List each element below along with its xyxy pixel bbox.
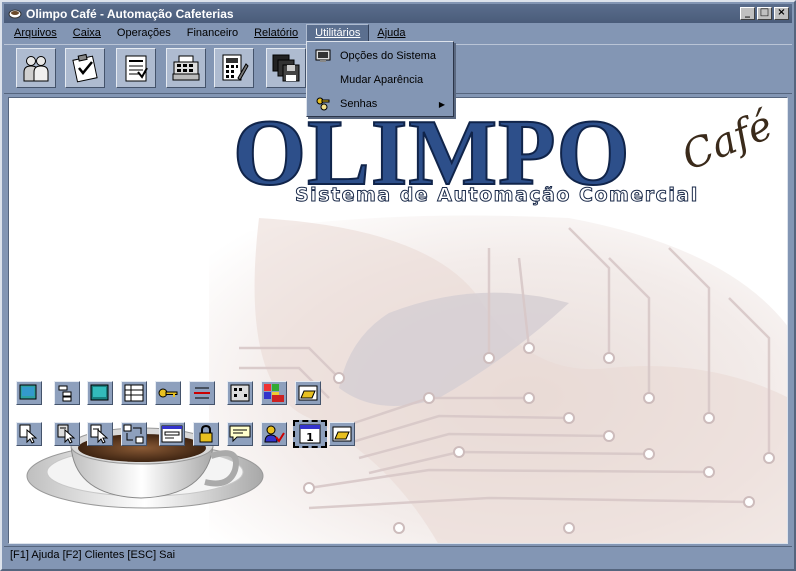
windows-xp-icon (264, 384, 284, 402)
message-button[interactable] (227, 422, 253, 446)
menu-item-senhas[interactable]: Senhas ▶ (309, 93, 451, 115)
open-folder-icon (298, 385, 318, 401)
window-title: Olimpo Café - Automação Cafeterias (26, 6, 234, 21)
cursor-button-2[interactable] (54, 422, 80, 446)
windows-xp-button[interactable] (261, 381, 287, 405)
status-text: [F1] Ajuda [F2] Clientes [ESC] Sai (10, 549, 176, 561)
user-check-icon (264, 425, 285, 443)
clients-icon (23, 56, 49, 82)
utilitarios-dropdown: Opções do Sistema Mudar Aparência Senhas… (306, 41, 454, 117)
app-icon[interactable] (8, 8, 22, 20)
cash-register-button[interactable] (166, 48, 206, 88)
checklist-button[interactable] (65, 48, 105, 88)
align-button[interactable] (189, 381, 215, 405)
menu-item-label: Opções do Sistema (340, 50, 436, 62)
info-number-icon: 1 (299, 424, 321, 444)
lock-button[interactable] (193, 422, 219, 446)
cursor-button-1[interactable] (16, 422, 42, 446)
cursor-button-3[interactable] (87, 422, 113, 446)
transfer-button[interactable] (121, 422, 147, 446)
clients-button[interactable] (16, 48, 56, 88)
menu-item-label: Mudar Aparência (340, 74, 424, 86)
pointer-list-icon (57, 424, 76, 444)
grid-list-icon (124, 384, 144, 402)
align-icon (194, 387, 210, 399)
menu-caixa[interactable]: Caixa (65, 25, 109, 41)
user-check-button[interactable] (261, 422, 287, 446)
menu-ajuda[interactable]: Ajuda (369, 25, 413, 41)
menu-utilitarios[interactable]: Utilitários (306, 24, 370, 42)
logo-script: Café (675, 102, 780, 180)
client-area: OLIMPO Café Sistema de Automação Comerci… (8, 97, 788, 544)
logo: OLIMPO Café Sistema de Automação Comerci… (232, 102, 783, 216)
pointer-doc-icon (90, 424, 109, 444)
windows-icon-button[interactable] (16, 381, 42, 405)
minimize-button[interactable]: _ (740, 7, 755, 20)
key-icon (158, 388, 178, 398)
calendar-grid-button[interactable] (227, 381, 253, 405)
calendar-grid-icon (230, 384, 250, 402)
keys-icon (315, 96, 331, 112)
lock-icon (199, 424, 213, 443)
checklist-icon (72, 53, 98, 83)
menu-item-mudar-aparencia[interactable]: Mudar Aparência (309, 69, 451, 91)
submenu-arrow-icon: ▶ (438, 99, 445, 109)
menu-arquivos[interactable]: Arquivos (6, 25, 65, 41)
list-tree-icon (58, 385, 72, 402)
menu-operacoes[interactable]: Operações (109, 25, 179, 41)
close-button[interactable]: × (774, 7, 789, 20)
cash-register-icon (172, 55, 200, 81)
title-bar: Olimpo Café - Automação Cafeterias _ □ × (4, 4, 792, 23)
key-button[interactable] (155, 381, 181, 405)
window-teal-icon (90, 384, 109, 401)
folder-image-icon (332, 426, 352, 442)
svg-text:1: 1 (306, 431, 314, 444)
message-icon (229, 425, 251, 443)
folder-image-button[interactable] (329, 422, 355, 446)
form-window-icon (161, 425, 183, 443)
info-button[interactable]: 1 (293, 420, 327, 448)
transfer-icon (123, 424, 144, 444)
menu-item-label: Senhas (340, 98, 378, 110)
save-disks-button[interactable] (266, 48, 306, 88)
open-folder-button[interactable] (295, 381, 321, 405)
pointer-icon (19, 424, 38, 444)
grid-list-button[interactable] (121, 381, 147, 405)
calculator-button[interactable] (214, 48, 254, 88)
maximize-button[interactable]: □ (757, 7, 772, 20)
calculator-icon (222, 54, 249, 81)
window-teal-button[interactable] (87, 381, 113, 405)
menu-relatorio[interactable]: Relatório (246, 25, 306, 41)
logo-subtitle: Sistema de Automação Comercial (295, 184, 699, 207)
monitor-icon (315, 48, 331, 64)
windows-icon (19, 384, 37, 400)
menu-bar: Arquivos Caixa Operações Financeiro Rela… (4, 23, 792, 43)
document-button[interactable] (116, 48, 156, 88)
document-icon (125, 55, 148, 82)
list-tree-button[interactable] (54, 381, 80, 405)
form-window-button[interactable] (159, 422, 185, 446)
menu-financeiro[interactable]: Financeiro (179, 25, 246, 41)
status-bar: [F1] Ajuda [F2] Clientes [ESC] Sai (4, 546, 792, 565)
menu-item-opcoes-sistema[interactable]: Opções do Sistema (309, 45, 451, 67)
floppy-disks-icon (272, 54, 300, 82)
